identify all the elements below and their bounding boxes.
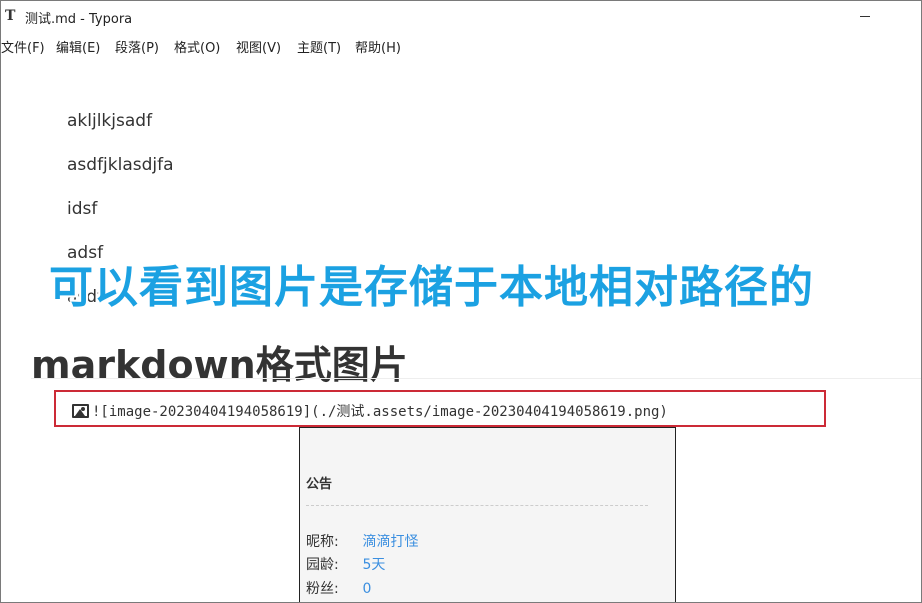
image-markdown-source[interactable]: ![image-20230404194058619](./测试.assets/i… xyxy=(92,401,668,421)
followers-value: 0 xyxy=(362,581,372,597)
info-label: 粉丝: xyxy=(306,581,339,597)
typora-icon: T xyxy=(5,8,16,24)
menu-paragraph[interactable]: 段落(P) xyxy=(115,37,159,56)
paragraph[interactable]: idsf xyxy=(67,199,97,219)
menu-file[interactable]: 文件(F) xyxy=(1,37,45,56)
menu-edit[interactable]: 编辑(E) xyxy=(56,37,100,56)
menu-theme[interactable]: 主题(T) xyxy=(297,37,341,56)
title-bar[interactable]: T 测试.md - Typora xyxy=(1,1,921,32)
info-label: 园龄: xyxy=(306,557,339,573)
paragraph[interactable]: akljlkjsadf xyxy=(67,111,152,131)
notice-title: 公告 xyxy=(306,477,333,492)
menu-format[interactable]: 格式(O) xyxy=(174,37,220,56)
menu-bar: 文件(F) 编辑(E) 段落(P) 格式(O) 视图(V) 主题(T) 帮助(H… xyxy=(1,34,921,56)
minimize-button[interactable] xyxy=(858,8,874,24)
heading-divider xyxy=(31,378,921,379)
info-row: 粉丝: 0 xyxy=(306,578,371,598)
info-row: 园龄: 5天 xyxy=(306,554,385,574)
embedded-image-preview[interactable]: 公告 昵称: 滴滴打怪 园龄: 5天 粉丝: 0 xyxy=(299,427,676,602)
paragraph[interactable]: asdfjklasdjfa xyxy=(67,155,174,175)
info-row: 昵称: 滴滴打怪 xyxy=(306,531,418,551)
typora-window: T 测试.md - Typora 文件(F) 编辑(E) 段落(P) 格式(O)… xyxy=(0,0,922,603)
image-icon xyxy=(72,404,89,418)
age-value: 5天 xyxy=(362,557,386,573)
image-source-block[interactable]: ![image-20230404194058619](./测试.assets/i… xyxy=(54,390,826,427)
info-label: 昵称: xyxy=(306,534,339,550)
annotation-overlay: 可以看到图片是存储于本地相对路径的 xyxy=(49,262,814,313)
document-heading[interactable]: markdown格式图片 xyxy=(31,334,408,389)
window-title: 测试.md - Typora xyxy=(25,12,133,27)
nickname-value: 滴滴打怪 xyxy=(362,534,419,550)
menu-view[interactable]: 视图(V) xyxy=(236,37,281,56)
menu-help[interactable]: 帮助(H) xyxy=(355,37,401,56)
notice-divider xyxy=(306,505,648,506)
